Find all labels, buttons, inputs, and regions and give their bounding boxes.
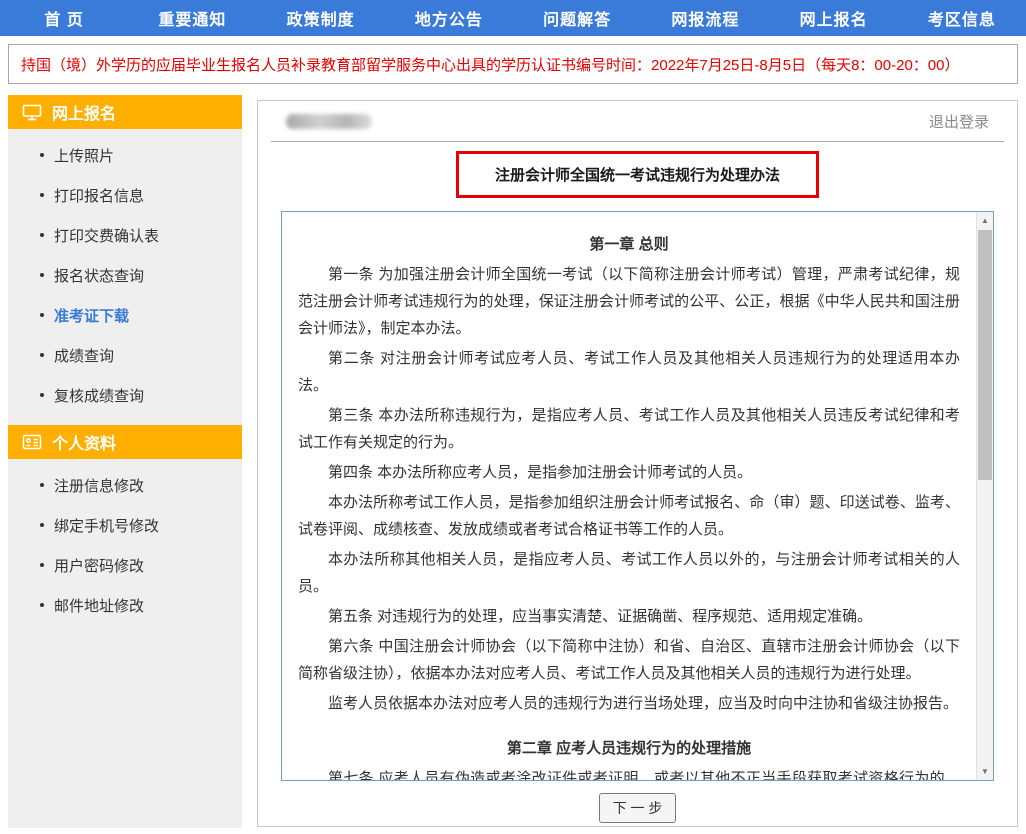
bullet-icon [40,483,44,487]
bullet-icon [40,273,44,277]
sidebar-item-score-review-query[interactable]: 复核成绩查询 [8,375,242,415]
scrollbar[interactable]: ▲ ▼ [976,212,993,780]
sidebar-items-group: 注册信息修改 绑定手机号修改 用户密码修改 邮件地址修改 [8,459,242,635]
notice-bar: 持国（境）外学历的应届毕业生报名人员补录教育部留学服务中心出具的学历认证书编号时… [8,44,1018,84]
sidebar-item-registration-info-edit[interactable]: 注册信息修改 [8,465,242,505]
doc-paragraph: 第六条 中国注册会计师协会（以下简称中注协）和省、自治区、直辖市注册会计师协会（… [298,633,960,687]
doc-paragraph: 监考人员依据本办法对应考人员的违规行为进行当场处理，应当及时向中注协和省级注协报… [298,690,960,717]
logout-link[interactable]: 退出登录 [929,111,989,132]
nav-item-online-registration[interactable]: 网上报名 [770,0,898,36]
nav-item-important-notices[interactable]: 重要通知 [128,0,256,36]
bullet-icon [40,523,44,527]
sidebar-item-password-edit[interactable]: 用户密码修改 [8,545,242,585]
sidebar-item-upload-photo[interactable]: 上传照片 [8,135,242,175]
main-header: 退出登录 [258,101,1017,141]
sidebar-item-label: 用户密码修改 [54,555,144,576]
nav-item-registration-process[interactable]: 网报流程 [641,0,769,36]
id-card-icon [22,434,42,450]
sidebar-item-email-edit[interactable]: 邮件地址修改 [8,585,242,625]
sidebar-item-label: 邮件地址修改 [54,595,144,616]
bullet-icon [40,353,44,357]
bullet-icon [40,233,44,237]
sidebar-item-label: 打印报名信息 [54,185,144,206]
sidebar-item-score-query[interactable]: 成绩查询 [8,335,242,375]
bullet-icon [40,603,44,607]
next-step-button[interactable]: 下 一 步 [599,793,677,823]
header-divider [271,141,1004,142]
doc-paragraph: 第三条 本办法所称违规行为，是指应考人员、考试工作人员及其他相关人员违反考试纪律… [298,402,960,456]
scrollbar-up-icon[interactable]: ▲ [977,212,993,229]
scrollbar-down-icon[interactable]: ▼ [977,763,993,780]
sidebar: 网上报名 上传照片 打印报名信息 打印交费确认表 报名状态查询 准考证下载 成绩… [8,95,242,828]
sidebar-item-label: 复核成绩查询 [54,385,144,406]
page-title: 注册会计师全国统一考试违规行为处理办法 [456,151,819,198]
next-button-row: 下 一 步 [258,793,1017,823]
doc-paragraph: 本办法所称其他相关人员，是指应考人员、考试工作人员以外的，与注册会计师考试相关的… [298,546,960,600]
sidebar-item-label: 打印交费确认表 [54,225,159,246]
document-box: 第一章 总则 第一条 为加强注册会计师全国统一考试（以下简称注册会计师考试）管理… [281,211,994,781]
bullet-icon [40,153,44,157]
bullet-icon [40,193,44,197]
sidebar-item-label: 绑定手机号修改 [54,515,159,536]
doc-heading-chapter1: 第一章 总则 [298,231,960,258]
sidebar-section-personal-info: 个人资料 [8,425,242,459]
nav-item-home[interactable]: 首 页 [0,0,128,36]
sidebar-section-online-registration: 网上报名 [8,95,242,129]
sidebar-item-print-registration-info[interactable]: 打印报名信息 [8,175,242,215]
sidebar-item-label: 准考证下载 [54,305,129,326]
sidebar-item-print-payment-confirmation[interactable]: 打印交费确认表 [8,215,242,255]
sidebar-items-group: 上传照片 打印报名信息 打印交费确认表 报名状态查询 准考证下载 成绩查询 复核… [8,129,242,425]
nav-item-exam-area-info[interactable]: 考区信息 [898,0,1026,36]
username-redacted [286,114,372,129]
sidebar-item-label: 上传照片 [54,145,114,166]
bullet-icon [40,393,44,397]
doc-paragraph: 第一条 为加强注册会计师全国统一考试（以下简称注册会计师考试）管理，严肃考试纪律… [298,261,960,342]
main-panel: 退出登录 注册会计师全国统一考试违规行为处理办法 第一章 总则 第一条 为加强注… [257,100,1018,827]
doc-paragraph: 第二条 对注册会计师考试应考人员、考试工作人员及其他相关人员违规行为的处理适用本… [298,345,960,399]
doc-paragraph: 第四条 本办法所称应考人员，是指参加注册会计师考试的人员。 [298,459,960,486]
doc-paragraph: 本办法所称考试工作人员，是指参加组织注册会计师考试报名、命（审）题、印送试卷、监… [298,489,960,543]
sidebar-section-title: 个人资料 [52,430,116,454]
doc-paragraph: 第七条 应考人员有伪造或者涂改证件或者证明，或者以其他不正当手段获取考试资格行为… [298,765,960,780]
sidebar-item-label: 成绩查询 [54,345,114,366]
document-content: 第一章 总则 第一条 为加强注册会计师全国统一考试（以下简称注册会计师考试）管理… [282,212,976,780]
sidebar-item-registration-status-query[interactable]: 报名状态查询 [8,255,242,295]
scrollbar-thumb[interactable] [978,230,992,480]
bullet-icon [40,313,44,317]
sidebar-item-admission-ticket-download[interactable]: 准考证下载 [8,295,242,335]
sidebar-item-label: 注册信息修改 [54,475,144,496]
sidebar-item-label: 报名状态查询 [54,265,144,286]
bullet-icon [40,563,44,567]
doc-paragraph: 第五条 对违规行为的处理，应当事实清楚、证据确凿、程序规范、适用规定准确。 [298,603,960,630]
monitor-icon [22,104,42,121]
nav-item-local-announcements[interactable]: 地方公告 [385,0,513,36]
doc-heading-chapter2: 第二章 应考人员违规行为的处理措施 [298,735,960,762]
sidebar-section-title: 网上报名 [52,100,116,124]
nav-item-faq[interactable]: 问题解答 [513,0,641,36]
sidebar-item-bound-phone-edit[interactable]: 绑定手机号修改 [8,505,242,545]
top-nav: 首 页 重要通知 政策制度 地方公告 问题解答 网报流程 网上报名 考区信息 [0,0,1026,36]
notice-text: 持国（境）外学历的应届毕业生报名人员补录教育部留学服务中心出具的学历认证书编号时… [21,54,959,75]
nav-item-policies[interactable]: 政策制度 [257,0,385,36]
